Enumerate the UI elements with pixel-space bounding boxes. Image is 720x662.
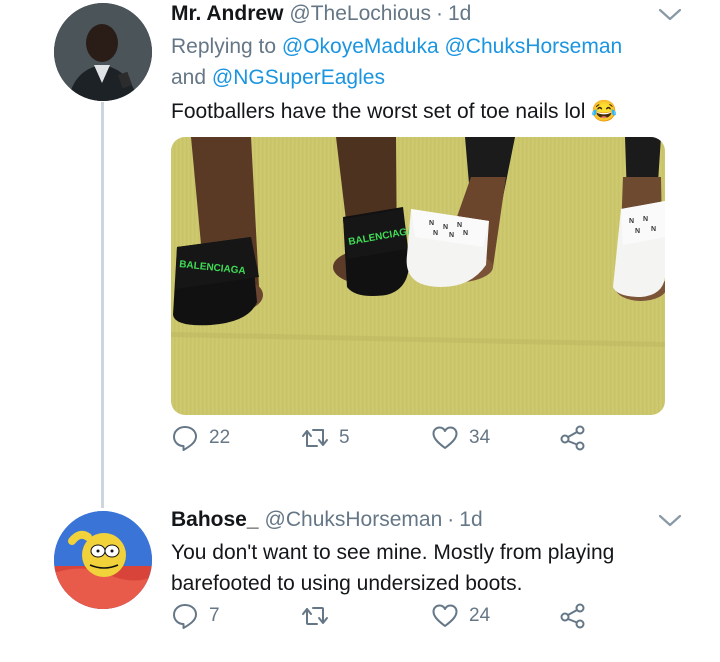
share-icon [560,425,585,451]
svg-text:N: N [449,232,454,239]
svg-text:N: N [643,216,648,223]
share-button[interactable] [559,423,587,453]
thread-connector-line [101,102,104,508]
svg-text:N: N [433,230,438,237]
user-handle[interactable]: @TheLochious [289,0,431,28]
replying-to: Replying to @OkoyeMaduka @ChuksHorseman … [171,31,680,93]
svg-text:N: N [463,230,468,237]
replying-to-label: Replying to [171,35,277,58]
reply-icon [173,426,197,451]
mention-link[interactable]: @NGSuperEagles [212,66,385,89]
svg-text:N: N [629,218,634,225]
user-handle[interactable]: @ChuksHorseman [265,506,443,534]
replying-to-and: and [171,66,207,89]
like-count: 34 [469,427,491,448]
svg-text:N: N [651,226,656,233]
timestamp[interactable]: 1d [448,0,471,28]
heart-icon [432,604,458,627]
tweet[interactable]: Mr. Andrew @TheLochious · 1d Replying to… [171,0,682,451]
like-count: 24 [469,605,491,626]
avatar[interactable] [54,3,152,101]
slides-photo: BALENCIAGA BALENCIAGA NN N NNN N NN N [171,137,665,347]
display-name[interactable]: Bahose_ [171,506,259,534]
svg-text:N: N [429,220,434,227]
avatar-cartoon [54,511,152,609]
tweet[interactable]: Bahose_ @ChuksHorseman · 1d You don't wa… [171,506,682,599]
share-icon [560,603,585,629]
heart-icon [432,426,458,449]
retweet-icon [302,429,328,447]
mention-link[interactable]: @ChuksHorseman [444,35,622,58]
mention-link[interactable]: @OkoyeMaduka [282,35,439,58]
tweet-header: Bahose_ @ChuksHorseman · 1d [171,506,680,534]
retweet-button[interactable]: 5 [301,423,350,453]
tweet-text-line: You don't want to see mine. Mostly from … [171,541,615,564]
reply-button[interactable]: 7 [171,601,220,631]
avatar-photo [54,3,152,101]
display-name[interactable]: Mr. Andrew [171,0,283,28]
share-button[interactable] [559,601,587,631]
timestamp[interactable]: 1d [459,506,482,534]
reply-button[interactable]: 22 [171,423,230,453]
reply-count: 7 [209,605,220,626]
retweet-button[interactable] [301,601,339,631]
chevron-down-icon[interactable] [656,510,684,530]
like-button[interactable]: 24 [431,601,490,631]
avatar[interactable] [54,511,152,609]
svg-text:N: N [457,222,462,229]
separator-dot: · [435,2,443,25]
chevron-down-icon[interactable] [656,4,684,24]
tweet-media-image[interactable]: BALENCIAGA BALENCIAGA NNN NNN NNNN [171,137,665,415]
tweet-text: You don't want to see mine. Mostly from … [171,537,680,599]
reply-count: 22 [209,427,231,448]
separator-dot: · [447,508,455,531]
reply-icon [173,604,197,629]
svg-text:N: N [443,224,448,231]
tweet-header: Mr. Andrew @TheLochious · 1d [171,0,680,28]
retweet-count: 5 [339,427,350,448]
retweet-icon [302,607,328,625]
tweet-text-line: barefooted to using undersized boots. [171,572,523,595]
svg-text:N: N [635,228,640,235]
tweet-text: Footballers have the worst set of toe na… [171,100,618,123]
like-button[interactable]: 34 [431,423,490,453]
